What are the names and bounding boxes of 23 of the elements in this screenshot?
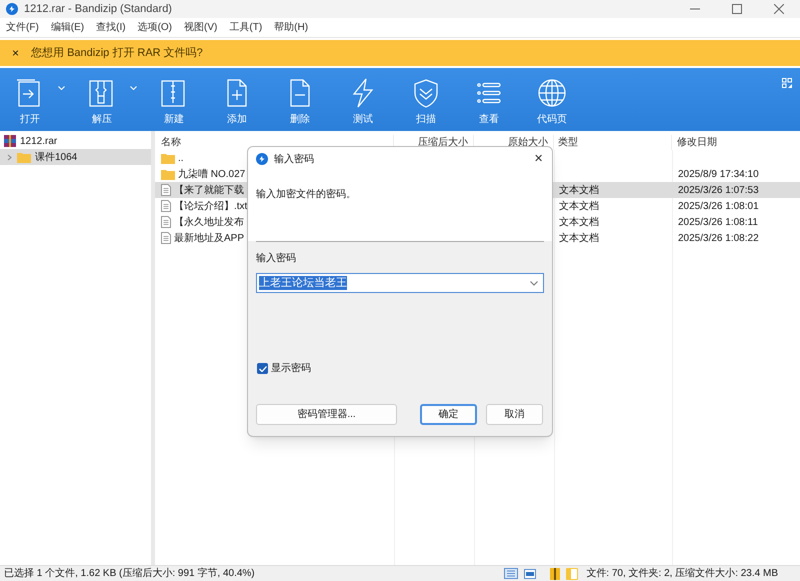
file-name: 【来了就能下载 xyxy=(174,184,244,198)
file-name: 【论坛介绍】.txt xyxy=(174,200,248,214)
file-name: .. xyxy=(178,152,184,166)
dialog-title: 输入密码 xyxy=(274,152,314,166)
banner-message: 您想用 Bandizip 打开 RAR 文件吗? xyxy=(31,46,203,61)
status-text: 已选择 1 个文件, 1.62 KB (压缩后大小: 991 字节, 40.4%) xyxy=(4,566,255,581)
file-type: 文本文档 xyxy=(558,184,600,198)
file-date: 2025/8/9 17:34:10 xyxy=(677,168,759,182)
file-date: 2025/3/26 1:08:01 xyxy=(677,200,759,214)
file-type: 文本文档 xyxy=(558,200,600,214)
dialog-message: 输入加密文件的密码。 xyxy=(256,189,356,200)
file-date: 2025/3/26 1:08:22 xyxy=(677,232,759,246)
file-type: 文本文档 xyxy=(558,216,600,230)
field-label: 输入密码 xyxy=(255,252,297,266)
file-name: 九柒嘈 NO.027 xyxy=(178,168,246,182)
file-date: 2025/3/26 1:08:11 xyxy=(677,216,758,230)
file-name: 最新地址及APP xyxy=(174,232,244,246)
file-type: 文本文档 xyxy=(558,232,600,246)
status-text: 文件: 70, 文件夹: 2, 压缩文件大小: 23.4 MB xyxy=(586,566,778,581)
file-name: 【永久地址发布 xyxy=(174,216,244,230)
file-date: 2025/3/26 1:07:53 xyxy=(677,184,759,198)
checkbox-label: 显示密码 xyxy=(271,362,311,376)
window-title: 1212.rar - Bandizip (Standard) xyxy=(24,2,172,17)
